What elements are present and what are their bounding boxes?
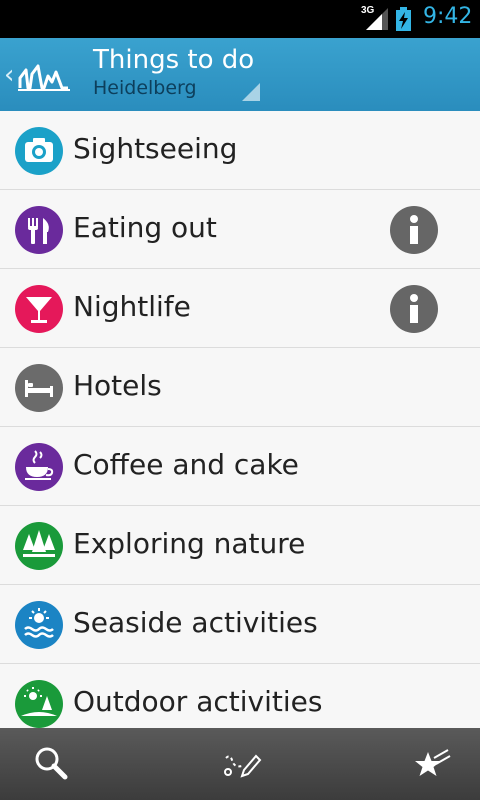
home-up-button[interactable]: ‹ bbox=[0, 38, 80, 111]
app-logo-icon bbox=[18, 64, 70, 91]
route-button[interactable] bbox=[200, 728, 280, 800]
cocktail-icon bbox=[15, 285, 63, 333]
list-item-label: Sightseeing bbox=[73, 132, 238, 165]
list-item-coffee-and-cake[interactable]: Coffee and cake bbox=[0, 427, 480, 506]
info-icon bbox=[410, 215, 418, 244]
info-button[interactable] bbox=[390, 285, 438, 333]
sun-waves-icon bbox=[15, 601, 63, 649]
signal-icon bbox=[366, 8, 388, 30]
dropdown-triangle-icon bbox=[242, 83, 260, 101]
favorites-button[interactable] bbox=[390, 728, 470, 800]
sun-tree-icon bbox=[15, 680, 63, 728]
list-item-seaside-activities[interactable]: Seaside activities bbox=[0, 585, 480, 664]
list-item-outdoor-activities[interactable]: Outdoor activities bbox=[0, 664, 480, 728]
list-item-label: Coffee and cake bbox=[73, 448, 299, 481]
search-button[interactable] bbox=[10, 728, 90, 800]
camera-icon bbox=[15, 127, 63, 175]
list-item-label: Nightlife bbox=[73, 290, 191, 323]
route-pencil-icon bbox=[224, 754, 262, 778]
list-item-hotels[interactable]: Hotels bbox=[0, 348, 480, 427]
list-item-label: Hotels bbox=[73, 369, 162, 402]
list-item-label: Outdoor activities bbox=[73, 685, 323, 718]
list-item-label: Eating out bbox=[73, 211, 217, 244]
list-item-sightseeing[interactable]: Sightseeing bbox=[0, 111, 480, 190]
list-item-nightlife[interactable]: Nightlife bbox=[0, 269, 480, 348]
trees-icon bbox=[15, 522, 63, 570]
page-title: Things to do bbox=[93, 45, 255, 75]
search-icon bbox=[35, 747, 68, 780]
list-item-label: Seaside activities bbox=[73, 606, 318, 639]
list-item-eating-out[interactable]: Eating out bbox=[0, 190, 480, 269]
bed-icon bbox=[15, 364, 63, 412]
battery-charging-icon bbox=[396, 7, 411, 31]
favorites-star-icon bbox=[415, 749, 451, 776]
chevron-left-icon: ‹ bbox=[4, 60, 15, 90]
info-button[interactable] bbox=[390, 206, 438, 254]
category-list: Sightseeing Eating out Nightlife Hotels … bbox=[0, 111, 480, 728]
action-bar: ‹ Things to do Heidelberg bbox=[0, 38, 480, 111]
location-subtitle: Heidelberg bbox=[93, 77, 197, 99]
info-icon bbox=[410, 294, 418, 323]
bottom-action-bar bbox=[0, 728, 480, 800]
list-item-label: Exploring nature bbox=[73, 527, 306, 560]
location-spinner[interactable]: Things to do Heidelberg bbox=[93, 44, 263, 104]
status-bar: 3G 9:42 bbox=[0, 0, 480, 38]
clock: 9:42 bbox=[423, 4, 473, 29]
list-item-exploring-nature[interactable]: Exploring nature bbox=[0, 506, 480, 585]
fork-knife-icon bbox=[15, 206, 63, 254]
coffee-cup-icon bbox=[15, 443, 63, 491]
